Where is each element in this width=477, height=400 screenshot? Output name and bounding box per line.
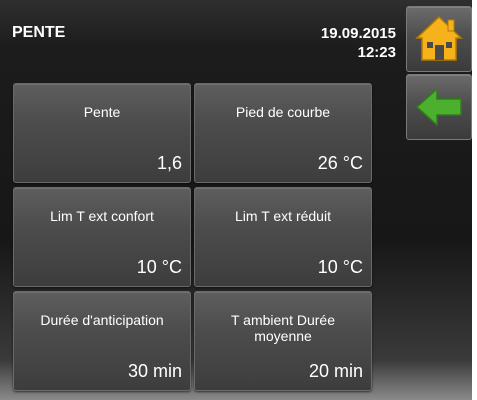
screen: PENTE 19.09.2015 12:23 Pente 1,6 Pied de… (0, 0, 472, 400)
time-text: 12:23 (357, 44, 396, 61)
home-button[interactable] (406, 6, 472, 72)
tile-value: 1,6 (156, 153, 182, 173)
tile-pied-de-courbe[interactable]: Pied de courbe 26 °C (194, 83, 372, 183)
tile-t-ambient-duree-moyenne[interactable]: T ambient Durée moyenne 20 min (194, 291, 372, 391)
tile-value: 10 °C (136, 257, 182, 277)
tile-value: 10 °C (317, 257, 363, 277)
tile-label: Pied de courbe (235, 104, 331, 120)
tile-duree-anticipation[interactable]: Durée d'anticipation 30 min (13, 291, 191, 391)
tile-label: T ambient Durée moyenne (230, 312, 335, 344)
tile-label: Durée d'anticipation (40, 312, 164, 328)
home-icon (415, 15, 463, 61)
back-button[interactable] (406, 74, 472, 140)
tile-label: Lim T ext réduit (235, 208, 331, 224)
tile-pente[interactable]: Pente 1,6 (13, 83, 191, 183)
back-arrow-icon (415, 87, 462, 127)
tile-value: 20 min (308, 361, 363, 381)
tile-lim-t-ext-confort[interactable]: Lim T ext confort 10 °C (13, 187, 191, 287)
datetime-display: 19.09.2015 12:23 (321, 24, 396, 62)
date-text: 19.09.2015 (320, 25, 396, 42)
tile-value: 30 min (127, 361, 182, 381)
tile-value: 26 °C (317, 153, 363, 173)
tile-lim-t-ext-reduit[interactable]: Lim T ext réduit 10 °C (194, 187, 372, 287)
tile-label: Pente (83, 104, 121, 120)
page-title: PENTE (12, 24, 66, 41)
tile-label: Lim T ext confort (50, 208, 154, 224)
